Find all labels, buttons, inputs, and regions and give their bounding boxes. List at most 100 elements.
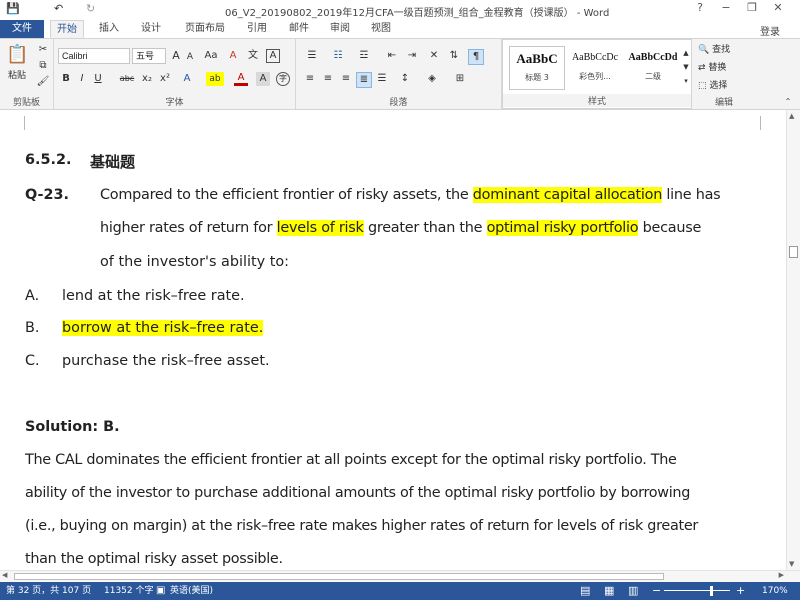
style-colorful-list[interactable]: AaBbCcDc 彩色列... [567,46,623,90]
grow-font-icon[interactable]: A [170,49,182,63]
align-right-icon[interactable]: ≡ [338,72,354,86]
char-border-icon[interactable]: A [266,49,280,63]
print-layout-icon[interactable]: ▦ [604,582,614,600]
close-button[interactable]: ✕ [768,1,788,19]
strikethrough-button[interactable]: abc [118,72,136,86]
undo-icon[interactable]: ↶ [54,2,63,15]
tab-review[interactable]: 审阅 [323,20,357,38]
tab-view[interactable]: 视图 [364,20,398,38]
italic-button[interactable]: I [76,72,88,86]
horizontal-scrollbar[interactable]: ◀ ▶ [0,570,800,582]
tab-insert[interactable]: 插入 [92,20,126,38]
hscroll-thumb[interactable] [14,573,664,580]
superscript-button[interactable]: x² [158,72,172,86]
font-color-button[interactable]: A [234,72,248,86]
tab-mailings[interactable]: 邮件 [282,20,316,38]
read-mode-icon[interactable]: ▤ [580,582,590,600]
tab-design[interactable]: 设计 [134,20,168,38]
phonetic-guide-icon[interactable]: 文 [246,49,260,63]
save-icon[interactable]: 💾 [6,2,20,15]
replace-button[interactable]: ⇄ 替换 [698,61,752,75]
shrink-font-icon[interactable]: A [184,50,196,64]
zoom-slider-thumb[interactable] [710,586,713,596]
copy-icon[interactable]: ⧉ [36,59,50,73]
window-title: 06_V2_20190802_2019年12月CFA一级百题预测_组合_金程教育… [225,8,610,19]
text-run: greater than the [363,220,487,236]
decrease-indent-icon[interactable]: ⇤ [384,49,400,63]
text-run: higher rates of return for [100,220,277,236]
restore-button[interactable]: ❐ [742,1,762,19]
zoom-in-button[interactable]: + [736,582,745,600]
select-label: 选择 [709,81,728,91]
sort-icon[interactable]: ⇅ [446,49,462,63]
styles-more-icon[interactable]: ▾ [681,74,691,88]
change-case-icon[interactable]: Aa [202,49,220,63]
styles-gallery: AaBbC 标题 3 AaBbCcDc 彩色列... AaBbCcDd 二级 ▲… [502,39,692,109]
bullets-icon[interactable]: ☰ [302,49,322,63]
minimize-button[interactable]: − [716,1,736,19]
word-count[interactable]: 11352 个字 [104,582,154,600]
vertical-scrollbar[interactable]: ▲ ▼ [786,110,800,570]
font-group: Calibri 五号 A A Aa A 文 A B I U abc x₂ x² … [54,39,296,109]
style-level2[interactable]: AaBbCcDd 二级 [625,46,681,90]
web-layout-icon[interactable]: ▥ [628,582,638,600]
document-area[interactable]: 6.5.2. 基础题 Q-23. Compared to the efficie… [0,110,786,570]
styles-scroll-up-icon[interactable]: ▲ [681,46,691,60]
select-button[interactable]: ⬚ 选择 [698,79,752,93]
paste-button-label[interactable]: 粘贴 [4,69,30,83]
tab-references[interactable]: 引用 [240,20,274,38]
zoom-out-button[interactable]: − [652,582,661,600]
zoom-slider-track[interactable] [664,590,730,591]
login-link[interactable]: 登录 [760,23,780,38]
question-line-1: Compared to the efficient frontier of ri… [100,187,721,203]
redo-icon[interactable]: ↻ [86,2,95,15]
show-marks-icon[interactable]: ¶ [468,49,484,65]
highlight-color-button[interactable]: ab [206,72,224,86]
align-left-icon[interactable]: ≡ [302,72,318,86]
zoom-level[interactable]: 170% [762,582,788,600]
collapse-ribbon-icon[interactable]: ⌃ [782,95,794,109]
justify-icon[interactable]: ≣ [356,72,372,88]
scroll-left-icon[interactable]: ◀ [2,571,7,579]
paste-icon[interactable]: 📋 [6,43,28,67]
chinese-layout-icon[interactable]: ✕ [426,49,442,63]
scroll-up-icon[interactable]: ▲ [789,112,794,120]
cut-icon[interactable]: ✂ [36,43,50,57]
tab-file[interactable]: 文件 [0,20,44,38]
replace-icon: ⇄ [698,63,706,73]
borders-icon[interactable]: ⊞ [450,72,470,86]
enclose-char-button[interactable]: 字 [276,72,290,86]
font-name-select[interactable]: Calibri [58,48,130,64]
shading-icon[interactable]: ◈ [422,72,442,86]
scrollbar-thumb[interactable] [789,246,798,258]
style-name: 二级 [645,72,661,81]
increase-indent-icon[interactable]: ⇥ [404,49,420,63]
tab-home[interactable]: 开始 [50,20,84,38]
styles-scroll-down-icon[interactable]: ▼ [681,60,691,74]
underline-button[interactable]: U [92,72,104,86]
line-spacing-icon[interactable]: ↕ [396,72,414,86]
clear-format-icon[interactable]: A [226,49,240,63]
scroll-right-icon[interactable]: ▶ [779,571,784,579]
help-button[interactable]: ? [690,1,710,19]
text-effects-icon[interactable]: A [180,72,194,86]
style-name: 标题 3 [525,73,549,82]
highlighted-text: dominant capital allocation [472,187,663,203]
multilevel-list-icon[interactable]: ☲ [354,49,374,63]
numbering-icon[interactable]: ☷ [328,49,348,63]
language[interactable]: 英语(美国) [170,582,213,600]
distribute-icon[interactable]: ☰ [374,72,390,86]
style-heading3[interactable]: AaBbC 标题 3 [509,46,565,90]
format-painter-icon[interactable]: 🖌 [36,75,50,89]
page-count[interactable]: 第 32 页，共 107 页 [6,582,91,600]
find-button[interactable]: 🔍 查找 [698,43,752,57]
tab-layout[interactable]: 页面布局 [178,20,232,38]
bold-button[interactable]: B [60,72,72,86]
proofing-icon[interactable]: ▣ [156,582,165,600]
font-size-select[interactable]: 五号 [132,48,166,64]
char-shading-button[interactable]: A [256,72,270,86]
option-letter: A. [25,288,40,304]
subscript-button[interactable]: x₂ [140,72,154,86]
scroll-down-icon[interactable]: ▼ [789,560,794,568]
align-center-icon[interactable]: ≡ [320,72,336,86]
